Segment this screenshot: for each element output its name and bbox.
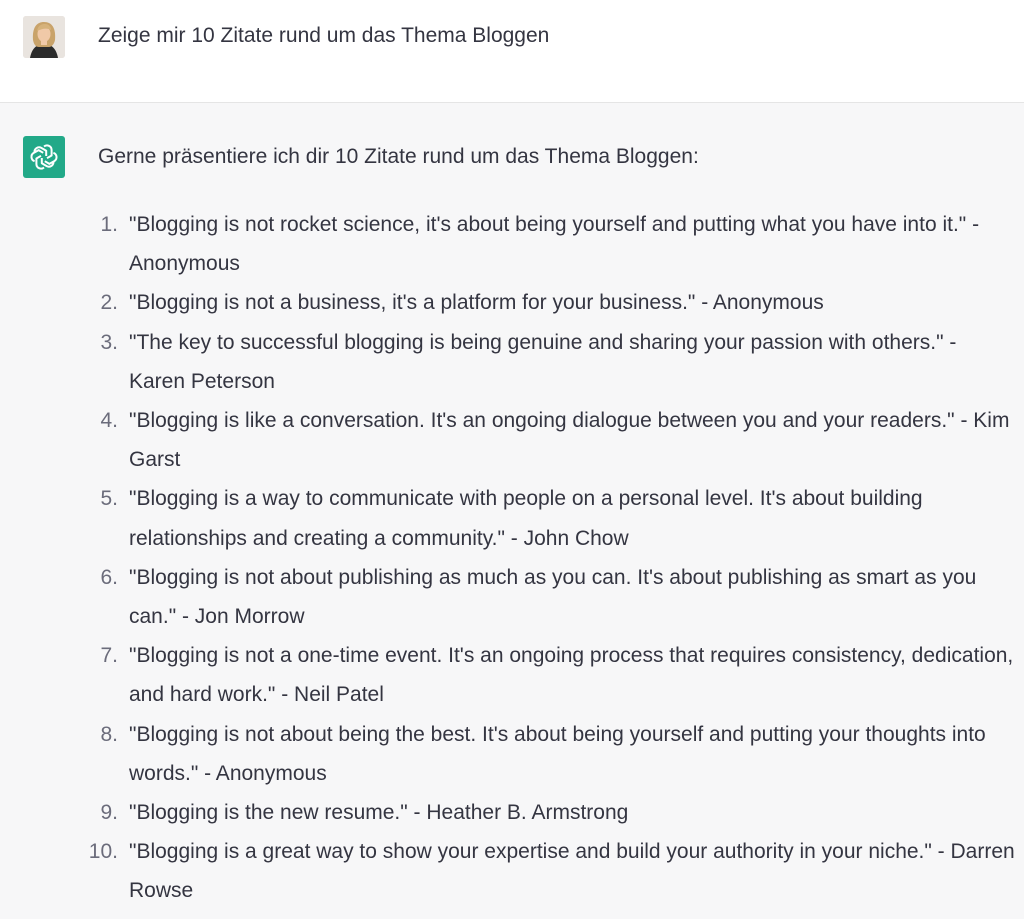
list-item-text: "Blogging is not a one-time event. It's …	[129, 644, 1014, 707]
list-item-number: 10.	[88, 840, 118, 864]
list-item: 6. "Blogging is not about publishing as …	[74, 558, 1024, 636]
openai-logo-glyph	[30, 144, 58, 170]
list-item-text: "The key to successful blogging is being…	[129, 330, 957, 393]
list-item: 5. "Blogging is a way to communicate wit…	[74, 479, 1024, 557]
list-item: 2. "Blogging is not a business, it's a p…	[74, 283, 1024, 322]
assistant-message-row: Gerne präsentiere ich dir 10 Zitate rund…	[0, 103, 1024, 919]
list-item: 7. "Blogging is not a one-time event. It…	[74, 636, 1024, 714]
list-item-number: 7.	[100, 644, 118, 668]
list-item-text: "Blogging is the new resume." - Heather …	[129, 801, 629, 825]
user-message-text: Zeige mir 10 Zitate rund um das Thema Bl…	[98, 24, 550, 47]
user-message-row: Zeige mir 10 Zitate rund um das Thema Bl…	[0, 0, 1024, 103]
list-item-number: 9.	[100, 801, 118, 825]
list-item-text: "Blogging is not about publishing as muc…	[129, 565, 977, 629]
list-item: 3. "The key to successful blogging is be…	[74, 323, 1024, 401]
openai-logo-icon	[23, 136, 65, 178]
list-item: 8. "Blogging is not about being the best…	[74, 715, 1024, 793]
list-item-text: "Blogging is not a business, it's a plat…	[129, 291, 824, 315]
list-item-text: "Blogging is like a conversation. It's a…	[129, 409, 1010, 472]
list-item-text: "Blogging is a great way to show your ex…	[129, 840, 1015, 903]
list-item-number: 5.	[100, 487, 118, 511]
list-item: 10. "Blogging is a great way to show you…	[74, 832, 1024, 910]
list-item-number: 1.	[100, 213, 118, 236]
list-item-number: 2.	[100, 291, 118, 315]
list-item-number: 6.	[100, 565, 118, 589]
assistant-intro-text: Gerne präsentiere ich dir 10 Zitate rund…	[98, 145, 699, 168]
list-item: 1. "Blogging is not rocket science, it's…	[74, 205, 1024, 283]
list-item-text: "Blogging is not rocket science, it's ab…	[129, 213, 980, 276]
list-item-number: 4.	[100, 409, 118, 433]
avatar	[23, 16, 65, 58]
list-item-text: "Blogging is not about being the best. I…	[129, 722, 986, 785]
quote-list: 1. "Blogging is not rocket science, it's…	[74, 205, 1024, 911]
list-item-number: 3.	[100, 330, 118, 354]
list-item: 9. "Blogging is the new resume." - Heath…	[74, 793, 1024, 832]
user-avatar-image	[23, 16, 65, 58]
list-item-number: 8.	[100, 722, 118, 746]
list-item: 4. "Blogging is like a conversation. It'…	[74, 401, 1024, 479]
list-item-text: "Blogging is a way to communicate with p…	[129, 487, 923, 550]
